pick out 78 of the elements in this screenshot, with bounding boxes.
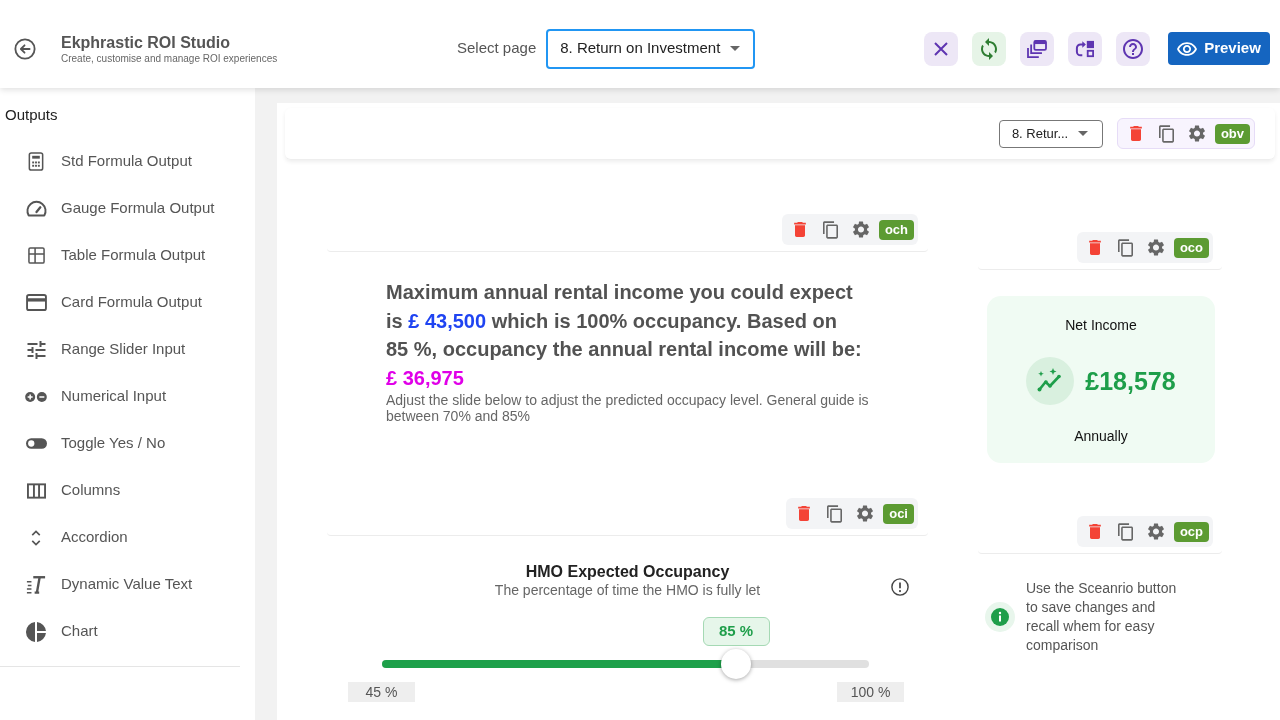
eye-icon bbox=[1177, 41, 1198, 56]
copy-icon[interactable] bbox=[1158, 124, 1174, 143]
sync-icon bbox=[981, 37, 997, 60]
range-min-label: 45 % bbox=[348, 682, 415, 702]
columns-icon bbox=[26, 482, 46, 499]
app-subtitle: Create, customise and manage ROI experiences bbox=[61, 52, 278, 65]
sidebar-item[interactable]: Accordion bbox=[0, 514, 255, 561]
pie-chart-icon bbox=[26, 621, 46, 642]
caret-icon bbox=[1077, 131, 1088, 136]
settings-icon[interactable] bbox=[857, 505, 874, 522]
page-select-dropdown[interactable]: 8. Return on Investment bbox=[546, 28, 756, 69]
sidebar-item[interactable]: Numerical Input bbox=[0, 373, 255, 420]
info-text: Use the Sceanrio button to save changes and recall whem for easy comparison bbox=[1026, 579, 1178, 655]
settings-icon[interactable] bbox=[1188, 125, 1205, 142]
text-format-icon bbox=[26, 575, 46, 594]
back-icon[interactable] bbox=[14, 37, 36, 60]
copy-icon[interactable] bbox=[1117, 522, 1133, 541]
card-icon bbox=[25, 294, 47, 311]
block-tag: obv bbox=[1214, 123, 1250, 144]
sliders-icon bbox=[26, 340, 46, 359]
sidebar-item[interactable]: Table Formula Output bbox=[0, 232, 255, 279]
card-title: Net Income bbox=[1065, 316, 1137, 334]
hint-text: Adjust the slide below to adjust the predicted occupacy level. General guide is between 70% and 85% bbox=[386, 392, 870, 424]
page-dropdown[interactable]: 8. Retur... bbox=[998, 119, 1103, 148]
card-value: £18,578 bbox=[1085, 366, 1176, 396]
sidebar-item[interactable]: Gauge Formula Output bbox=[0, 185, 255, 232]
sidebar-item[interactable]: Card Formula Output bbox=[0, 279, 255, 326]
slider-value-label: 85 % bbox=[702, 617, 770, 646]
slider-title: HMO Expected Occupancy bbox=[525, 563, 730, 581]
select-page-label: Select page bbox=[457, 38, 537, 59]
sidebar-item[interactable]: Columns bbox=[0, 467, 255, 514]
trash-icon[interactable] bbox=[798, 506, 811, 521]
preview-button[interactable]: Preview bbox=[1168, 32, 1270, 65]
sync-button[interactable] bbox=[972, 31, 1006, 66]
help-button[interactable] bbox=[1116, 31, 1150, 66]
sidebar-item[interactable]: Range Slider Input bbox=[0, 326, 255, 373]
block-tag: ocp bbox=[1173, 521, 1209, 542]
range-max-label: 100 % bbox=[837, 682, 904, 702]
block-tag: oci bbox=[883, 503, 914, 524]
settings-icon[interactable] bbox=[1147, 239, 1164, 256]
copy-icon[interactable] bbox=[827, 504, 843, 523]
chevron-up-down-icon bbox=[31, 528, 41, 547]
table-icon bbox=[27, 247, 45, 264]
copy-icon[interactable] bbox=[822, 220, 838, 239]
app-title: Ekphrastic ROI Studio bbox=[61, 32, 230, 53]
exclamation-circle-icon[interactable] bbox=[891, 578, 909, 596]
help-icon bbox=[1123, 38, 1143, 59]
info-icon bbox=[985, 602, 1015, 632]
trend-sparkle-icon bbox=[1026, 357, 1075, 405]
swap-layout-button[interactable] bbox=[1068, 31, 1102, 66]
copy-icon[interactable] bbox=[1117, 238, 1133, 257]
sidebar-item[interactable]: Chart bbox=[0, 608, 255, 655]
settings-icon[interactable] bbox=[852, 221, 869, 238]
stacked-windows-icon bbox=[1027, 39, 1047, 58]
slider-thumb[interactable] bbox=[721, 649, 752, 679]
headline-text: Maximum annual rental income you could expect is £ 43,500 which is 100% occupancy. Based on 85 %, occupancy the annual rental income will be: £ 36,975 bbox=[386, 280, 863, 391]
close-icon bbox=[934, 41, 948, 56]
slider-subtitle: The percentage of time the HMO is fully let bbox=[494, 581, 761, 599]
toggle-icon bbox=[25, 438, 47, 449]
trash-icon[interactable] bbox=[1088, 240, 1101, 255]
caret-icon bbox=[730, 46, 741, 51]
arrow-squares-icon bbox=[1075, 39, 1095, 58]
settings-icon[interactable] bbox=[1147, 523, 1164, 540]
close-button[interactable] bbox=[924, 31, 958, 66]
plus-minus-icon bbox=[25, 391, 47, 402]
section-heading: Outputs bbox=[5, 105, 58, 125]
trash-icon[interactable] bbox=[793, 222, 806, 237]
copy-window-button[interactable] bbox=[1020, 31, 1054, 66]
gauge-icon bbox=[25, 200, 47, 217]
block-tag: oco bbox=[1173, 237, 1209, 258]
trash-icon[interactable] bbox=[1088, 524, 1101, 539]
sidebar-item[interactable]: Toggle Yes / No bbox=[0, 420, 255, 467]
sidebar-item[interactable]: Std Formula Output bbox=[0, 138, 255, 185]
block-tag: och bbox=[878, 219, 914, 240]
trash-icon[interactable] bbox=[1129, 126, 1142, 141]
sidebar-item[interactable]: Dynamic Value Text bbox=[0, 561, 255, 608]
card-caption: Annually bbox=[1074, 427, 1128, 445]
calculator-icon bbox=[28, 152, 44, 171]
